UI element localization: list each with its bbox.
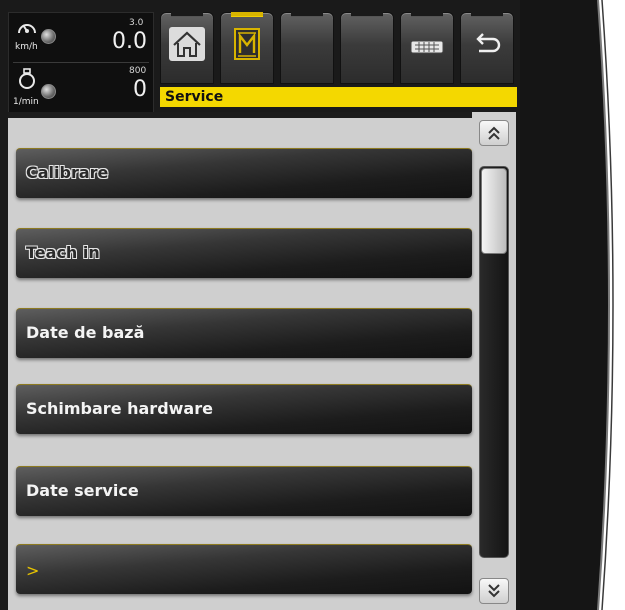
home-icon [169, 27, 205, 61]
chevron-double-up-icon [488, 126, 500, 140]
rpm-unit: 1/min [13, 97, 39, 107]
rpm-indicator-dot [41, 84, 56, 99]
scroll-down-button[interactable] [479, 578, 509, 604]
menu-button-label: Date service [26, 481, 139, 500]
menu-button-label: Calibrare [26, 163, 109, 182]
terminal-bezel [520, 0, 625, 610]
menu-content: Calibrare Teach in Date de bază Schimbar… [8, 112, 516, 610]
scrollbar-thumb[interactable] [481, 168, 507, 254]
speedometer-icon [17, 19, 37, 41]
menu-button-label: Teach in [26, 243, 100, 262]
tab-notch [471, 12, 503, 17]
menu-button-teach-in[interactable]: Teach in [16, 228, 472, 278]
tab-notch-active [231, 12, 263, 17]
speed-max: 3.0 [129, 18, 144, 28]
tab-keyboard[interactable] [400, 12, 454, 84]
tab-empty-2[interactable] [340, 12, 394, 84]
breadcrumb: Service [160, 87, 517, 107]
chevron-double-down-icon [488, 584, 500, 598]
menu-button-label: Schimbare hardware [26, 399, 213, 418]
scroll-up-button[interactable] [479, 120, 509, 146]
tab-empty-1[interactable] [280, 12, 334, 84]
back-arrow-icon [476, 33, 501, 53]
rpm-max: 800 [129, 66, 147, 76]
keyboard-icon [410, 40, 444, 54]
menu-button-schimbare-hardware[interactable]: Schimbare hardware [16, 384, 472, 434]
content-top-divider [8, 112, 472, 118]
tab-home[interactable] [160, 12, 214, 84]
tab-bar [160, 12, 518, 84]
menu-m-icon [234, 28, 260, 60]
tab-notch [291, 12, 323, 17]
menu-button-calibrare[interactable]: Calibrare [16, 148, 472, 198]
menu-button-date-service[interactable]: Date service [16, 466, 472, 516]
gauge-divider [13, 62, 149, 63]
tab-notch [351, 12, 383, 17]
menu-button-label: > [26, 561, 40, 580]
gauge-panel: km/h 3.0 0.0 1/min 800 0 [8, 12, 154, 114]
bezel-curve [520, 0, 614, 610]
tab-notch [411, 12, 443, 17]
speed-unit: km/h [15, 42, 38, 52]
speed-value: 0.0 [112, 29, 147, 54]
tab-menu[interactable] [220, 12, 274, 84]
tab-notch [171, 12, 203, 17]
menu-button-more[interactable]: > [16, 544, 472, 594]
speed-indicator-dot [41, 29, 56, 44]
menu-button-label: Date de bază [26, 323, 145, 342]
tab-back[interactable] [460, 12, 514, 84]
menu-button-date-de-baza[interactable]: Date de bază [16, 308, 472, 358]
terminal-screen: km/h 3.0 0.0 1/min 800 0 Service Calibra… [0, 0, 520, 610]
rpm-value: 0 [133, 77, 147, 102]
engine-rpm-icon [17, 68, 37, 94]
